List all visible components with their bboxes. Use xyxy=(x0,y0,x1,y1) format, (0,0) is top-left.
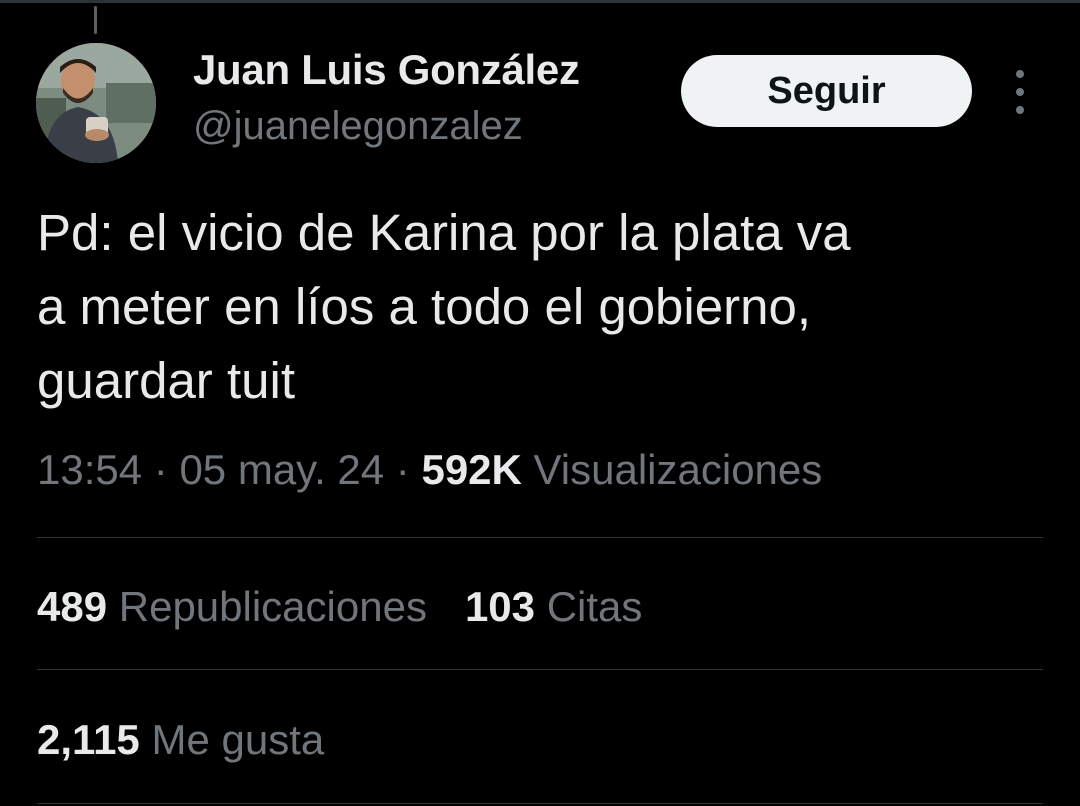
views-count: 592K xyxy=(421,446,522,493)
avatar[interactable] xyxy=(36,43,156,163)
avatar-photo xyxy=(36,43,156,163)
meta-separator: · xyxy=(153,446,168,493)
top-divider xyxy=(0,0,1080,3)
divider xyxy=(37,669,1043,670)
follow-button[interactable]: Seguir xyxy=(681,55,972,127)
meta-separator: · xyxy=(395,446,410,493)
quotes-label: Citas xyxy=(546,583,643,630)
views-label: Visualizaciones xyxy=(533,446,823,493)
likes-label: Me gusta xyxy=(151,716,325,763)
likes-stat[interactable]: 2,115 Me gusta xyxy=(37,716,324,763)
reposts-count: 489 xyxy=(37,583,108,630)
tweet-meta: 13:54 · 05 may. 24 · 592K Visualizacione… xyxy=(37,446,822,494)
more-dot xyxy=(1016,70,1024,78)
quotes-count: 103 xyxy=(464,583,536,630)
reposts-stat[interactable]: 489 Republicaciones xyxy=(37,583,427,630)
engagement-stats: 489 Republicaciones 103 Citas xyxy=(37,583,642,631)
reposts-label: Republicaciones xyxy=(118,583,427,630)
tweet-text-line: a meter en líos a todo el gobierno, xyxy=(37,278,811,335)
likes-row: 2,115 Me gusta xyxy=(37,716,324,764)
author-display-name[interactable]: Juan Luis González xyxy=(193,46,580,94)
more-dot xyxy=(1016,106,1024,114)
tweet-time[interactable]: 13:54 xyxy=(37,446,142,493)
likes-count: 2,115 xyxy=(37,716,140,763)
more-vertical-icon[interactable] xyxy=(1008,70,1032,114)
more-dot xyxy=(1016,88,1024,96)
divider xyxy=(37,803,1043,804)
tweet-text-line: guardar tuit xyxy=(37,352,295,409)
author-handle[interactable]: @juanelegonzalez xyxy=(193,104,523,149)
thread-line xyxy=(94,6,97,34)
tweet-date[interactable]: 05 may. 24 xyxy=(179,446,384,493)
tweet-text: Pd: el vicio de Karina por la plata va a… xyxy=(37,196,1037,418)
quotes-stat[interactable]: 103 Citas xyxy=(465,583,642,630)
tweet-text-line: Pd: el vicio de Karina por la plata va xyxy=(37,204,851,261)
divider xyxy=(37,537,1043,538)
